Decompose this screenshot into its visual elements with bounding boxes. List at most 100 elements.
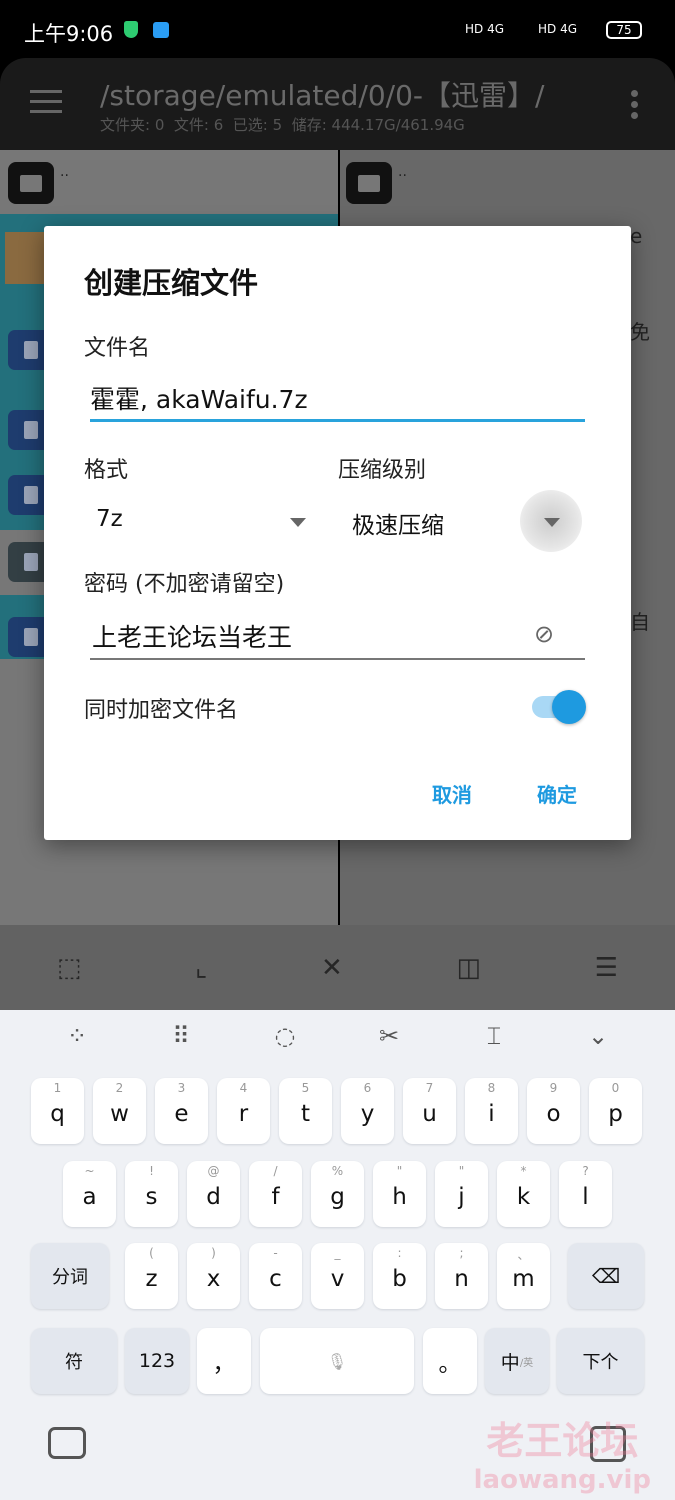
dialog-title: 创建压缩文件 — [84, 266, 259, 300]
format-dropdown[interactable]: 7z — [90, 498, 310, 542]
key-label: q — [50, 1101, 65, 1127]
toggle-thumb — [552, 690, 586, 724]
cancel-button[interactable]: 取消 — [432, 779, 472, 808]
chat-icon[interactable]: ◌ — [265, 1022, 305, 1050]
more-options-icon[interactable] — [631, 90, 639, 119]
key-v[interactable]: _ v — [311, 1243, 364, 1309]
close-icon[interactable]: ✕ — [321, 953, 343, 983]
select-range-icon[interactable]: ⌞ — [195, 953, 207, 983]
key-i[interactable]: 8i — [465, 1078, 518, 1144]
keyboard-layout-icon[interactable]: ⠿ — [161, 1022, 201, 1050]
key-z[interactable]: (z — [125, 1243, 178, 1309]
key-s[interactable]: ! s — [125, 1161, 178, 1227]
key-hint: ~ — [84, 1164, 95, 1178]
key-segment[interactable]: 分词 — [31, 1243, 109, 1309]
key-y[interactable]: 6y — [341, 1078, 394, 1144]
key-label: 123 — [138, 1350, 176, 1372]
key-p[interactable]: 0p — [589, 1078, 642, 1144]
file-name-fragment: 免 — [630, 320, 650, 344]
password-input[interactable]: 上老王论坛当老王 ⊘ — [90, 612, 585, 660]
key-hint: 0 — [611, 1081, 620, 1095]
bottom-toolbar: ⬚ ⌞ ✕ ◫ ☰ — [0, 925, 675, 1010]
dropdown-arrow-icon — [544, 518, 560, 527]
watermark: 老王论坛 laowang.vip — [474, 1410, 651, 1495]
key-t[interactable]: 5t — [279, 1078, 332, 1144]
ok-button[interactable]: 确定 — [537, 779, 577, 808]
key-m[interactable]: 、 m — [497, 1243, 550, 1309]
key-hint: ; — [459, 1246, 464, 1260]
menu-icon[interactable] — [30, 90, 62, 113]
invert-selection-icon[interactable]: ◫ — [457, 953, 482, 983]
key-label: r — [238, 1101, 249, 1127]
key-label: 符 — [65, 1352, 83, 1373]
dropdown-arrow-icon — [290, 518, 306, 527]
key-a[interactable]: ~ a — [63, 1161, 116, 1227]
key-c[interactable]: -c — [249, 1243, 302, 1309]
key-space[interactable]: 🎙 — [260, 1328, 414, 1394]
key-n[interactable]: ; n — [435, 1243, 488, 1309]
select-list-icon[interactable]: ☰ — [595, 953, 618, 983]
key-hint: ? — [582, 1164, 589, 1178]
select-all-icon[interactable]: ⬚ — [57, 953, 82, 983]
key-hint: 9 — [549, 1081, 558, 1095]
image-thumbnail[interactable] — [5, 232, 45, 284]
cursor-move-icon[interactable]: ⌶ — [474, 1022, 514, 1050]
password-label: 密码 (不加密请留空) — [84, 572, 285, 597]
folder-icon[interactable] — [346, 162, 392, 204]
key-l[interactable]: ? l — [559, 1161, 612, 1227]
key-k[interactable]: * k — [497, 1161, 550, 1227]
key-b[interactable]: :b — [373, 1243, 426, 1309]
key-symbols[interactable]: 符 — [31, 1328, 117, 1394]
clock: 上午9:06 — [24, 22, 114, 46]
format-label: 格式 — [84, 458, 129, 483]
key-period[interactable]: 。 — [423, 1328, 477, 1394]
backspace-icon: ⌫ — [591, 1264, 621, 1288]
keyboard-notification-icon — [153, 22, 169, 38]
key-d[interactable]: @ d — [187, 1161, 240, 1227]
key-hint: ! — [149, 1164, 154, 1178]
key-label: m — [512, 1266, 535, 1292]
encrypt-names-toggle[interactable] — [532, 690, 586, 724]
key-h[interactable]: " h — [373, 1161, 426, 1227]
key-hint: % — [331, 1164, 344, 1178]
key-next[interactable]: 下个 — [557, 1328, 644, 1394]
key-numbers[interactable]: 123 — [125, 1328, 189, 1394]
shield-icon — [124, 21, 138, 38]
key-j[interactable]: " j — [435, 1161, 488, 1227]
create-archive-dialog: 创建压缩文件 文件名 霍霍, akaWaifu.7z 格式 压缩级别 7z 极速… — [44, 226, 631, 840]
key-language[interactable]: 中/英 — [485, 1328, 549, 1394]
collapse-keyboard-icon[interactable]: ⌄ — [578, 1022, 618, 1050]
key-o[interactable]: 9o — [527, 1078, 580, 1144]
key-hint: " — [458, 1164, 465, 1178]
key-label: e — [174, 1101, 189, 1127]
level-label: 压缩级别 — [338, 458, 427, 483]
key-u[interactable]: 7u — [403, 1078, 456, 1144]
key-e[interactable]: 3e — [155, 1078, 208, 1144]
key-hint: 6 — [363, 1081, 372, 1095]
level-dropdown[interactable]: 极速压缩 — [344, 490, 589, 552]
filename-input[interactable]: 霍霍, akaWaifu.7z — [90, 376, 585, 422]
parent-dir-row[interactable]: .. — [0, 150, 338, 216]
key-label: i — [488, 1101, 495, 1127]
key-backspace[interactable]: ⌫ — [568, 1243, 644, 1309]
key-hint: 2 — [115, 1081, 124, 1095]
watermark-cn: 老王论坛 — [486, 1419, 639, 1463]
key-w[interactable]: 2w — [93, 1078, 146, 1144]
key-r[interactable]: 4r — [217, 1078, 270, 1144]
key-g[interactable]: % g — [311, 1161, 364, 1227]
signal-2: HD 4G — [538, 22, 578, 36]
key-label: g — [330, 1184, 345, 1210]
key-q[interactable]: 1q — [31, 1078, 84, 1144]
key-x[interactable]: ) x — [187, 1243, 240, 1309]
apps-grid-icon[interactable]: ⁘ — [57, 1022, 97, 1050]
key-comma[interactable]: ， — [197, 1328, 251, 1394]
key-hint: - — [273, 1246, 278, 1260]
key-f[interactable]: / f — [249, 1161, 302, 1227]
clipboard-cut-icon[interactable]: ✂ — [369, 1022, 409, 1050]
app-bar: /storage/emulated/0/0-【迅雷】/ 文件夹: 0 文件: 6… — [0, 58, 675, 150]
key-label: b — [392, 1266, 407, 1292]
keyboard-switch-icon[interactable] — [48, 1427, 86, 1459]
key-label: 。 — [438, 1351, 462, 1377]
password-value: 上老王论坛当老王 — [92, 623, 293, 652]
visibility-off-icon[interactable]: ⊘ — [534, 620, 554, 648]
